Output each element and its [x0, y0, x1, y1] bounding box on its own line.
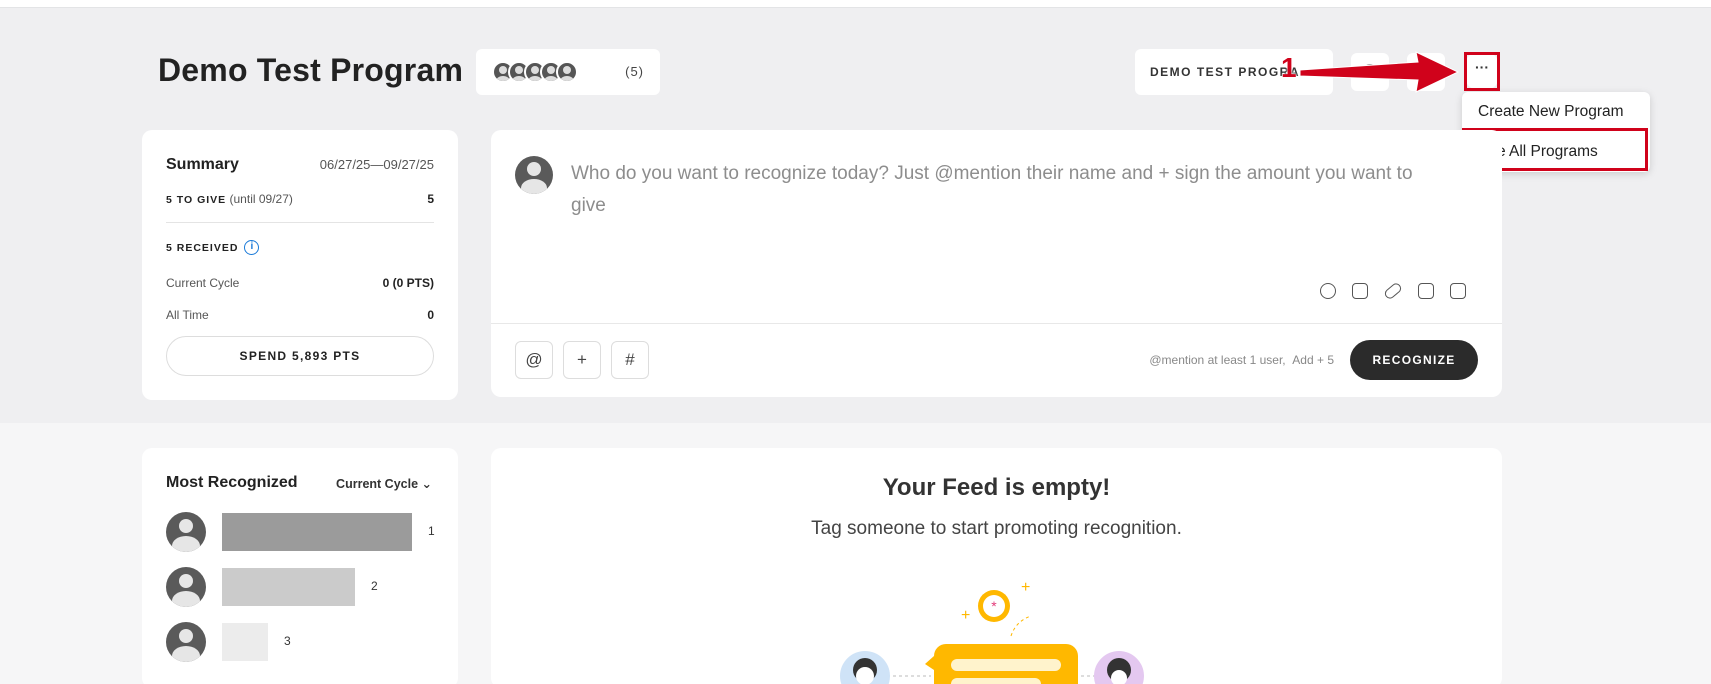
composer-toolbar: [1304, 281, 1466, 301]
avatar: [166, 567, 206, 607]
recognition-bar: [222, 623, 268, 661]
all-time-label: All Time: [166, 308, 209, 322]
summary-card: Summary 06/27/25—09/27/25 5 TO GIVE (unt…: [142, 130, 458, 400]
most-recognized-title: Most Recognized: [166, 474, 298, 491]
svg-text:*: *: [991, 598, 997, 614]
emoji-icon[interactable]: [1320, 282, 1336, 299]
feed-card: Your Feed is empty! Tag someone to start…: [491, 448, 1502, 684]
mention-button[interactable]: @: [515, 341, 553, 379]
link-icon[interactable]: [1382, 281, 1404, 301]
rank-label: 2: [371, 579, 378, 593]
recognition-composer: Who do you want to recognize today? Just…: [491, 130, 1502, 397]
summary-dates: 06/27/25—09/27/25: [319, 157, 434, 172]
divider: [491, 323, 1502, 324]
rank-label: 3: [284, 634, 291, 648]
chevron-down-icon: ⌄: [421, 477, 432, 491]
most-recognized-card: Most Recognized Current Cycle ⌄ 1 2 3: [142, 448, 458, 684]
hashtag-button[interactable]: #: [611, 341, 649, 379]
recognition-input[interactable]: Who do you want to recognize today? Just…: [571, 158, 1451, 222]
received-label: 5 RECEIVED: [166, 242, 239, 254]
current-cycle-value: 0 (0 PTS): [382, 276, 434, 290]
add-points-button[interactable]: +: [563, 341, 601, 379]
divider: [166, 222, 434, 223]
cycle-filter-label: Current Cycle: [336, 477, 419, 491]
cycle-filter-dropdown[interactable]: Current Cycle ⌄: [336, 476, 432, 491]
leaderboard-row[interactable]: 3: [166, 622, 446, 662]
avatar: [515, 156, 553, 194]
recognition-bar: [222, 513, 412, 551]
svg-text:+: +: [961, 607, 970, 624]
leaderboard-row[interactable]: 2: [166, 567, 446, 607]
arrow-1: [1299, 51, 1460, 93]
hint-add: Add + 5: [1292, 353, 1334, 367]
avatar: [166, 622, 206, 662]
tag-icon[interactable]: [1450, 282, 1466, 299]
to-give-label: 5 TO GIVE: [166, 194, 227, 206]
annotation-number-1: 1: [1281, 52, 1297, 83]
to-give-value: 5: [427, 192, 434, 206]
svg-text:+: +: [1021, 579, 1030, 596]
rank-label: 1: [428, 524, 435, 538]
leaderboard-row[interactable]: 1: [166, 512, 446, 552]
all-time-value: 0: [427, 308, 434, 322]
info-icon[interactable]: i: [244, 240, 260, 256]
hint-mention: @mention at least 1 user,: [1149, 353, 1286, 367]
feed-empty-subtext: Tag someone to start promoting recogniti…: [811, 518, 1182, 539]
sticker-icon[interactable]: [1352, 282, 1368, 299]
spend-points-button[interactable]: SPEND 5,893 PTS: [166, 336, 434, 376]
empty-feed-illustration: * + +: [840, 579, 1144, 684]
current-cycle-label: Current Cycle: [166, 276, 240, 290]
recognition-bar: [222, 568, 355, 606]
avatar: [166, 512, 206, 552]
summary-title: Summary: [166, 156, 239, 173]
recognize-button[interactable]: RECOGNIZE: [1350, 340, 1478, 380]
image-icon[interactable]: [1418, 282, 1434, 299]
feed-empty-heading: Your Feed is empty!: [882, 474, 1111, 501]
to-give-until: (until 09/27): [229, 192, 293, 206]
composer-hint: @mention at least 1 user, Add + 5: [1149, 353, 1334, 367]
